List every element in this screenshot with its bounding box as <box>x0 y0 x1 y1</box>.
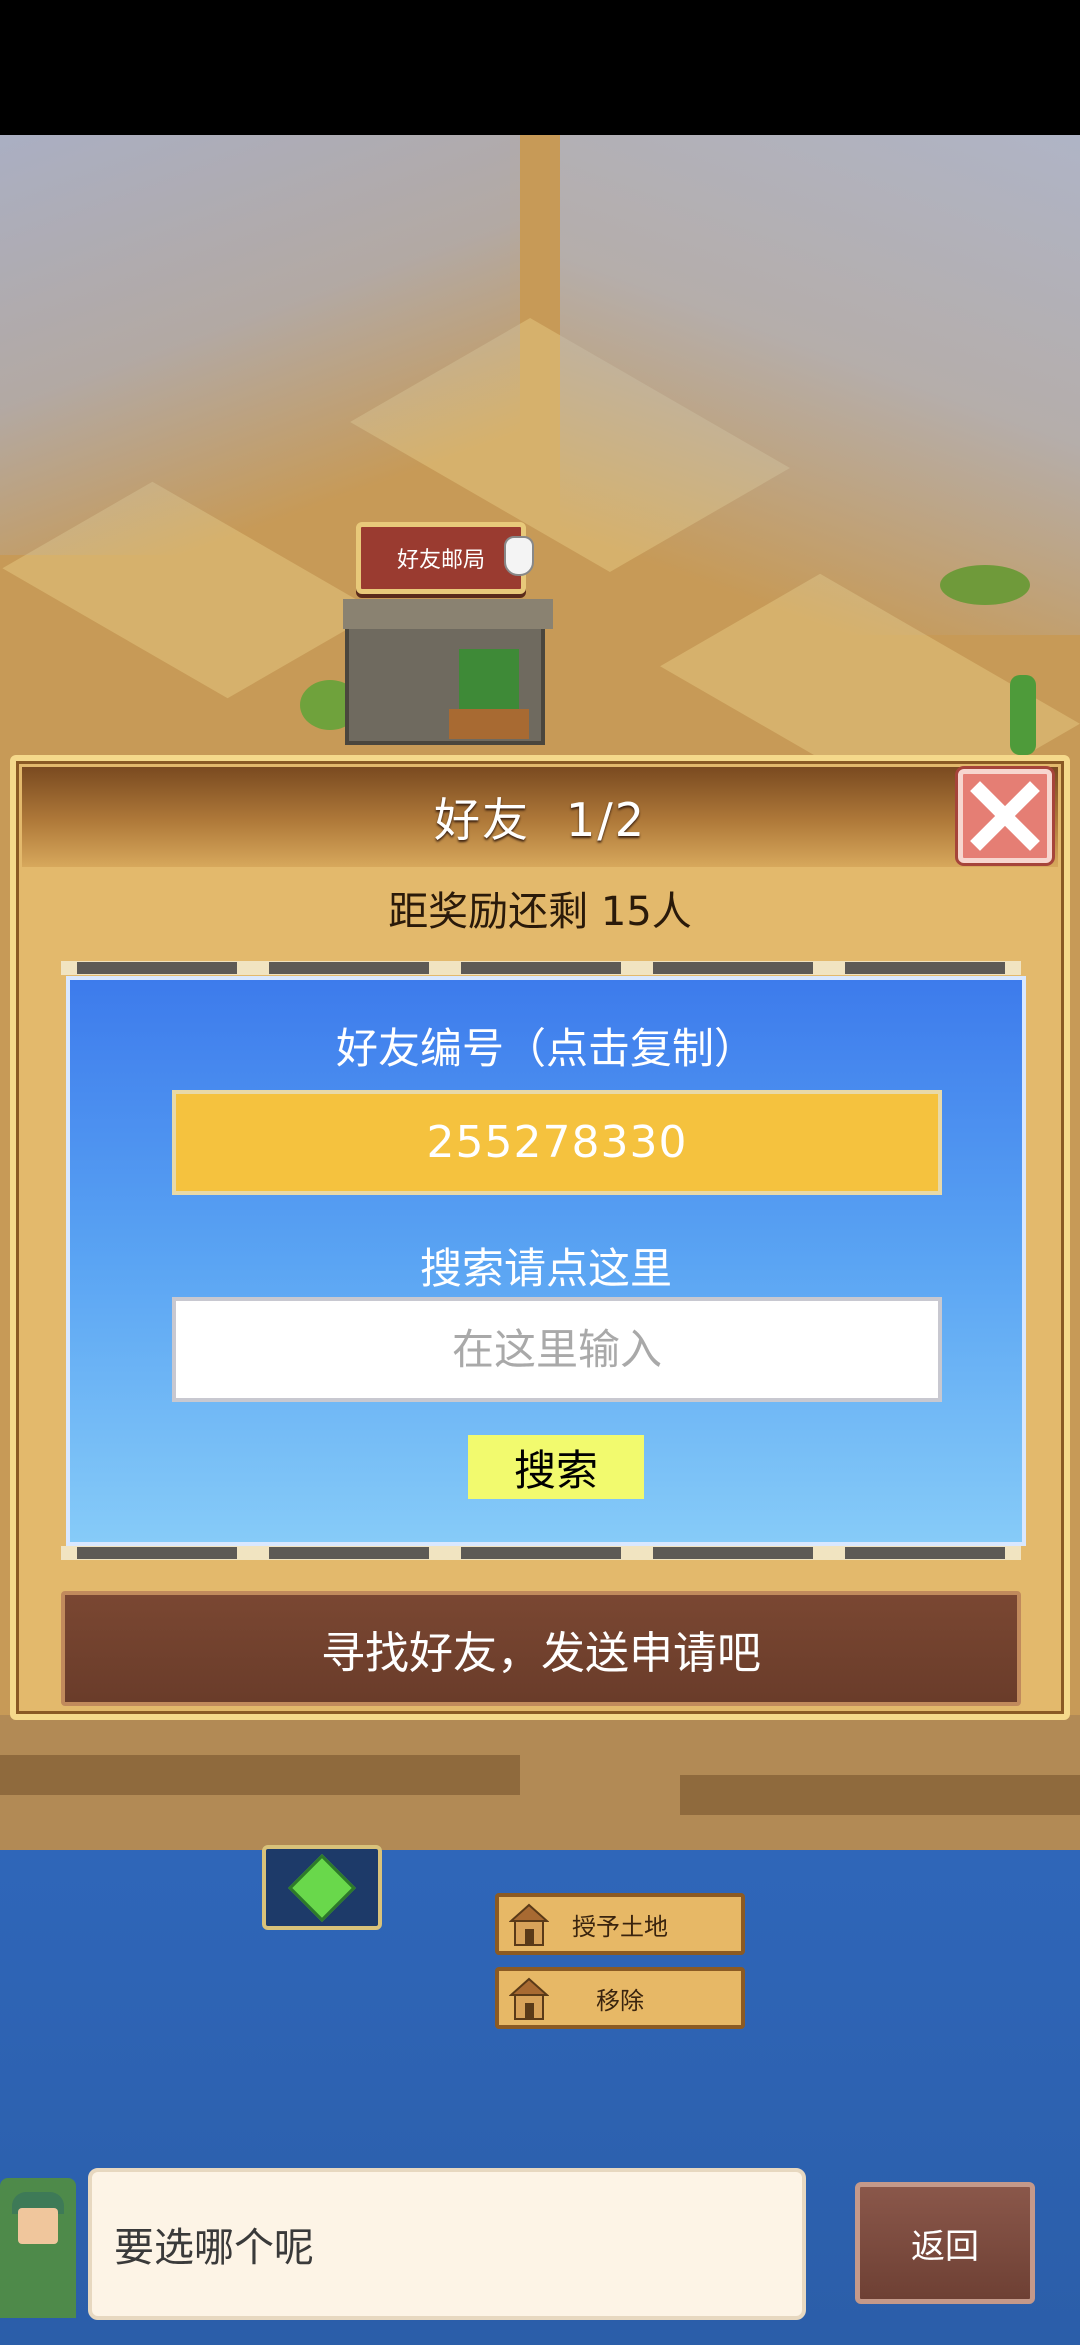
friend-post-office-building[interactable] <box>343 599 553 745</box>
remove-button[interactable]: 移除 <box>495 1967 745 2029</box>
search-input[interactable] <box>172 1297 942 1402</box>
panel-title-text: 好友 <box>433 793 530 847</box>
avatar-face <box>18 2208 58 2244</box>
grant-land-button[interactable]: 授予土地 <box>495 1893 745 1955</box>
search-label: 搜索请点这里 <box>419 1244 672 1293</box>
message-box: 要选哪个呢 <box>88 2168 806 2320</box>
remove-label: 移除 <box>596 1986 644 2015</box>
strip-segment <box>845 962 1005 974</box>
strip-segment <box>653 962 813 974</box>
strip-segment <box>77 1547 237 1559</box>
panel-title: 好友 1/2 <box>434 784 646 850</box>
gem-badge[interactable] <box>262 1845 382 1930</box>
friend-id-copy-box[interactable]: 255278330 <box>172 1090 942 1195</box>
page-indicator: 1/2 <box>565 793 647 847</box>
building-desk <box>449 709 529 739</box>
reward-remaining-text: 距奖励还剩 15人 <box>388 889 692 935</box>
panel-header: 好友 1/2 <box>22 767 1058 867</box>
message-text: 要选哪个呢 <box>114 2225 314 2271</box>
friend-id-label: 好友编号（点击复制） <box>335 1024 756 1073</box>
fog <box>0 135 520 555</box>
strip-segment <box>461 962 621 974</box>
house-icon <box>509 1903 549 1946</box>
grant-land-label: 授予土地 <box>572 1912 668 1941</box>
friends-panel: 好友 1/2 距奖励还剩 15人 好友编号（点击复制） 255278330 搜索请… <box>10 755 1070 1720</box>
search-button[interactable]: 搜索 <box>468 1435 644 1499</box>
cactus-icon <box>1010 675 1036 755</box>
strip-segment <box>653 1547 813 1559</box>
dock-plank <box>0 1755 520 1795</box>
close-icon <box>970 781 1040 851</box>
hand-pointer-icon <box>504 536 534 576</box>
fog <box>560 135 1080 635</box>
strip-segment <box>461 1547 621 1559</box>
strip-segment <box>845 1547 1005 1559</box>
strip-segment <box>77 962 237 974</box>
back-button[interactable]: 返回 <box>855 2182 1035 2304</box>
status-bar <box>0 0 1080 135</box>
avatar <box>0 2178 76 2318</box>
strip-segment <box>269 962 429 974</box>
building-sign[interactable]: 好友邮局 <box>356 522 526 594</box>
house-icon <box>509 1977 549 2020</box>
building-roof <box>343 599 553 629</box>
card-strip <box>61 961 1021 975</box>
bush-icon <box>940 565 1030 605</box>
dock-plank <box>680 1775 1080 1815</box>
close-button[interactable] <box>958 769 1052 863</box>
find-friends-button[interactable]: 寻找好友，发送申请吧 <box>61 1591 1021 1706</box>
friend-id-card: 好友编号（点击复制） 255278330 搜索请点这里 搜索 <box>66 976 1026 1546</box>
card-strip <box>61 1546 1021 1560</box>
strip-segment <box>269 1547 429 1559</box>
gem-icon <box>288 1853 356 1922</box>
